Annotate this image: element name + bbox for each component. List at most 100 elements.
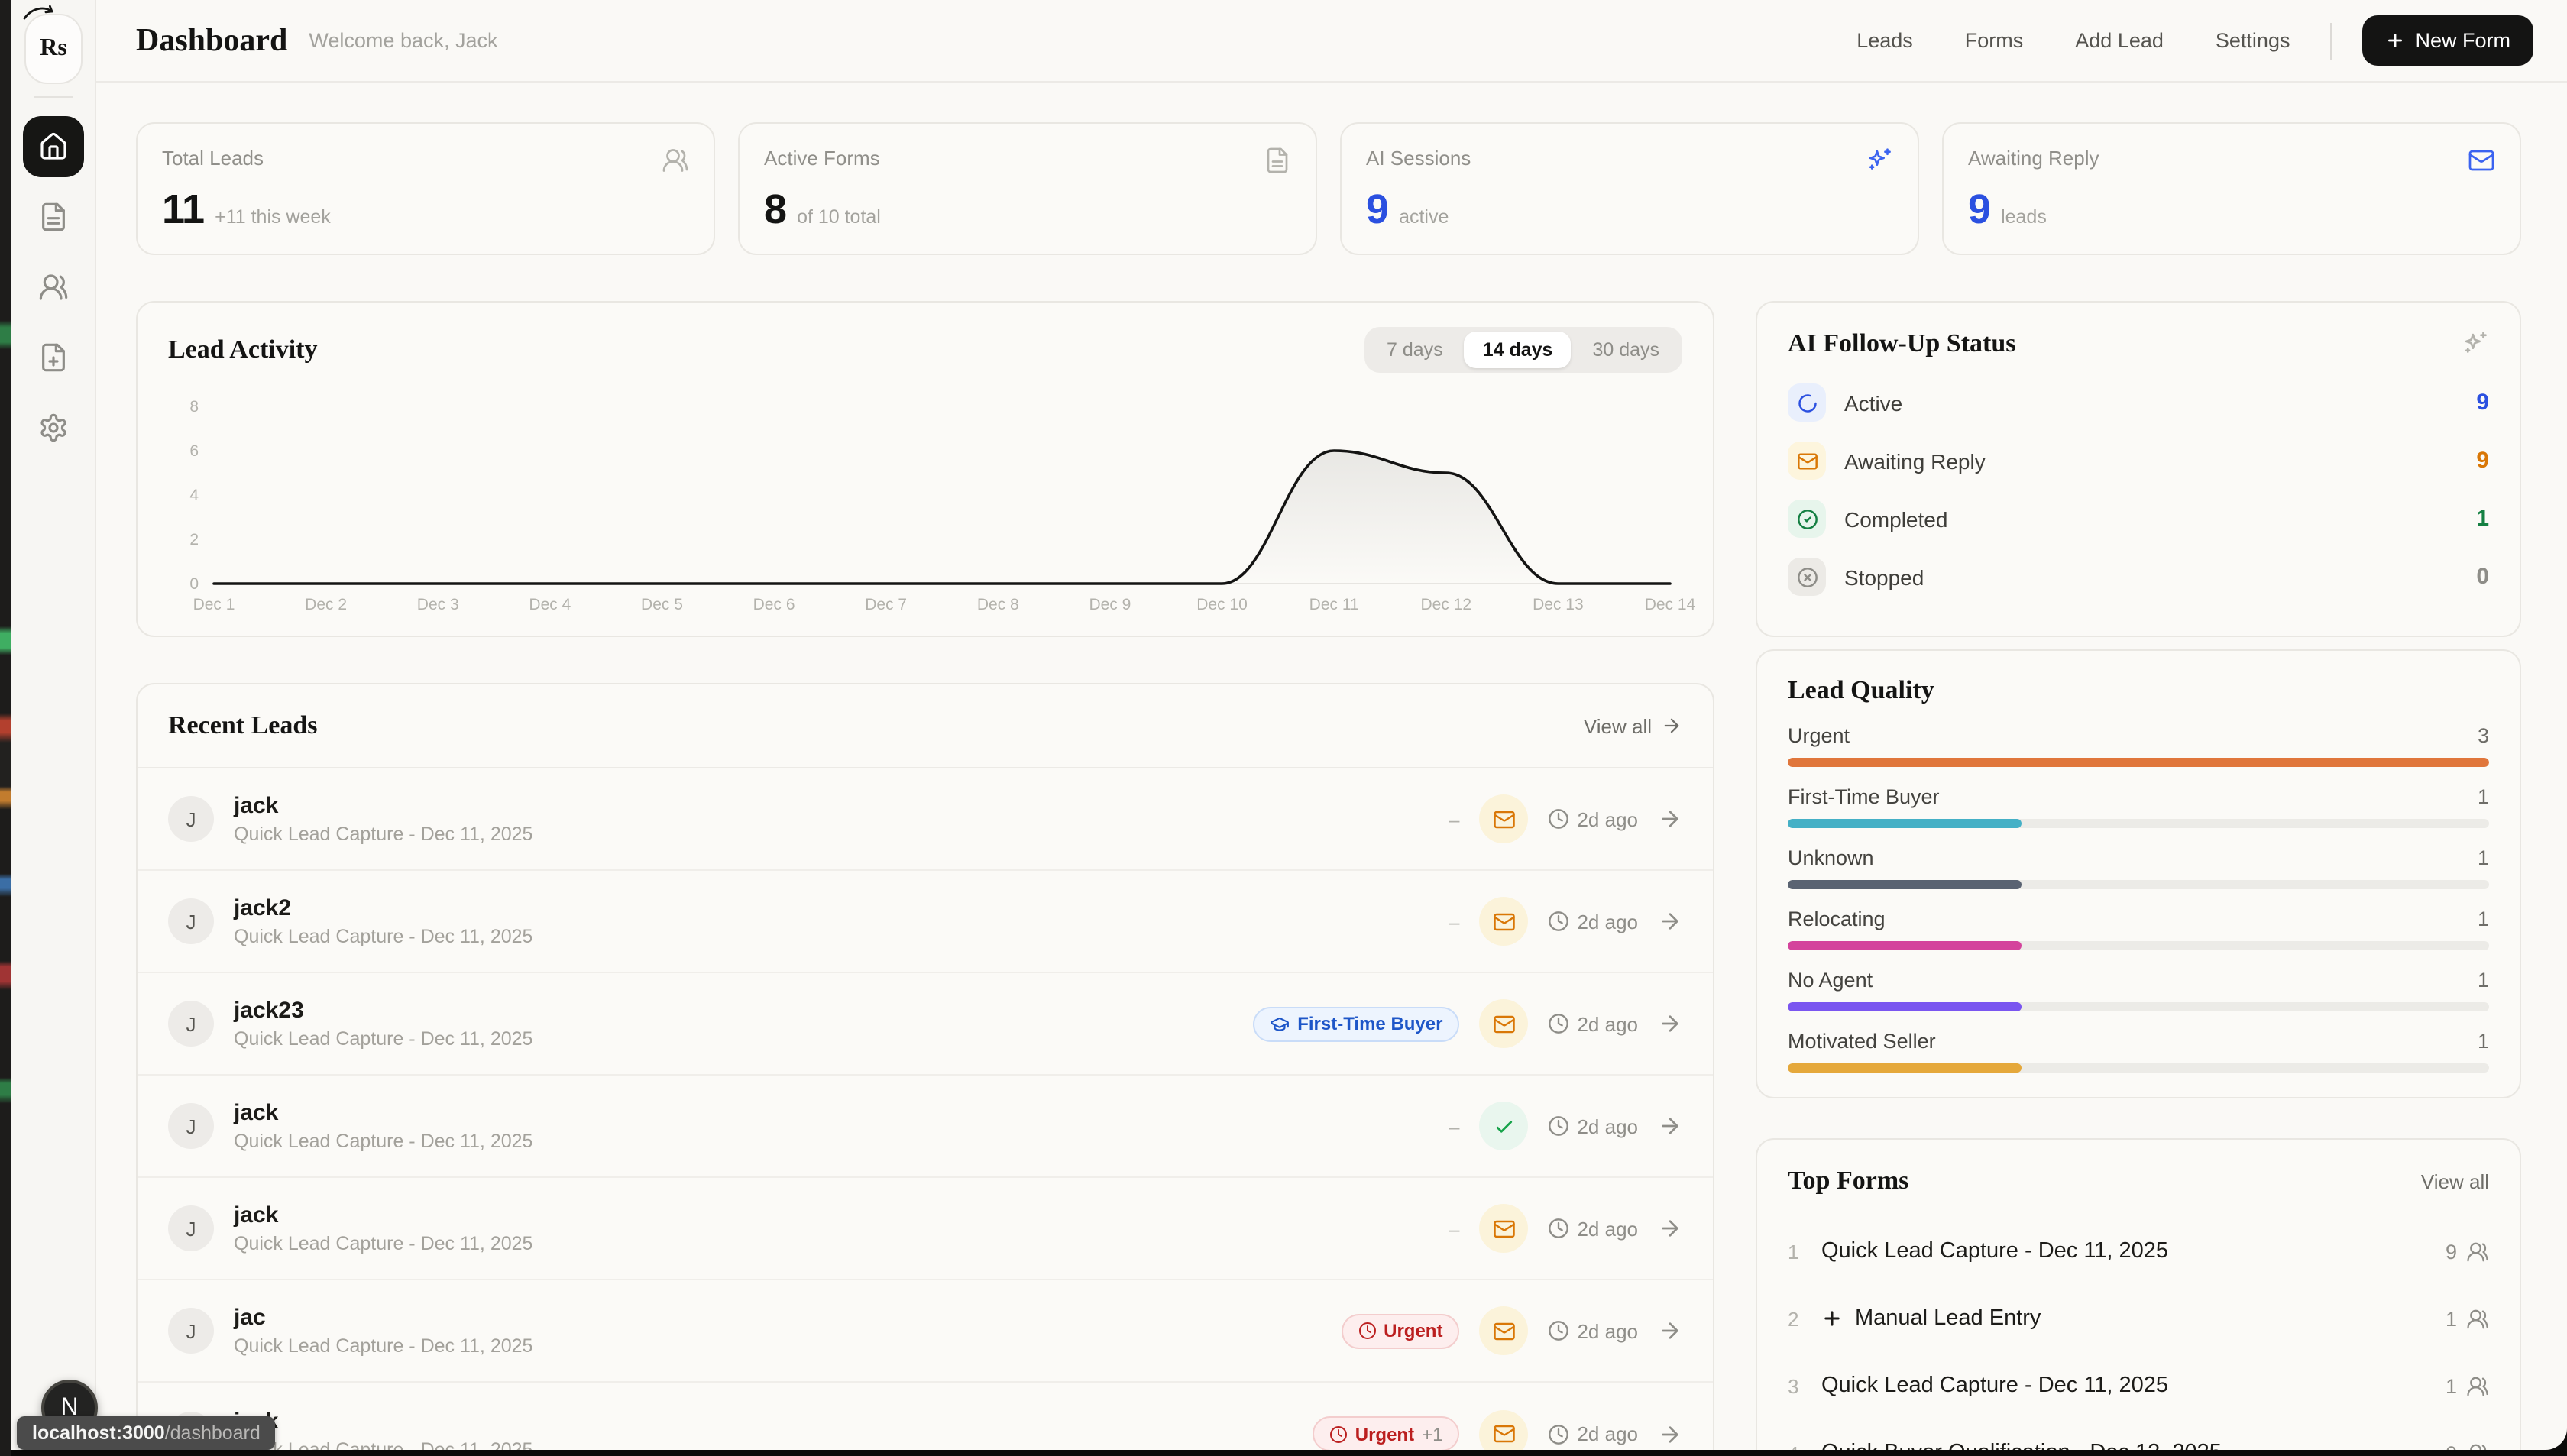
lead-time: 2d ago [1548, 1422, 1638, 1445]
clock-icon [1548, 911, 1569, 932]
form-submission-count: 1 [2446, 1307, 2489, 1330]
sidebar-item-new-form[interactable] [23, 327, 84, 388]
quality-label: Relocating [1788, 908, 1886, 930]
svg-text:8: 8 [189, 398, 199, 416]
nav-link-settings[interactable]: Settings [2216, 29, 2290, 52]
ai-status-label: Completed [1844, 506, 1947, 531]
top-form-row[interactable]: 2Manual Lead Entry 1 [1788, 1285, 2489, 1352]
arrow-right-icon [1658, 807, 1682, 831]
new-form-button[interactable]: New Form [2361, 15, 2533, 66]
open-lead-arrow[interactable] [1658, 1011, 1682, 1036]
lead-name: jack [234, 1100, 532, 1128]
svg-text:Dec 12: Dec 12 [1420, 596, 1471, 613]
svg-text:0: 0 [189, 575, 199, 593]
svg-text:2: 2 [189, 531, 199, 548]
form-name: Quick Lead Capture - Dec 11, 2025 [1821, 1373, 2168, 1398]
sidebar-item-leads[interactable] [23, 257, 84, 318]
lead-row[interactable]: JjackQuick Lead Capture - Dec 11, 2025–2… [138, 1178, 1713, 1280]
quality-label: First-Time Buyer [1788, 785, 1940, 808]
sidebar-item-dashboard[interactable] [23, 116, 84, 177]
top-form-row[interactable]: 3Quick Lead Capture - Dec 11, 20251 [1788, 1352, 2489, 1419]
clock-icon [1548, 1218, 1569, 1239]
quality-bar-track [1788, 758, 2489, 767]
top-form-row[interactable]: 4Quick Buyer Qualification - Dec 12, 202… [1788, 1419, 2489, 1450]
quality-label: Motivated Seller [1788, 1030, 1936, 1053]
nav-link-add-lead[interactable]: Add Lead [2075, 29, 2164, 52]
sidebar-item-settings[interactable] [23, 397, 84, 458]
nav-link-forms[interactable]: Forms [1965, 29, 2024, 52]
quality-bar-track [1788, 819, 2489, 828]
lead-form-source: Quick Lead Capture - Dec 11, 2025 [234, 823, 532, 845]
users-icon [2466, 1441, 2489, 1450]
lead-row[interactable]: JjackQuick Lead Capture - Dec 11, 2025–2… [138, 1076, 1713, 1178]
lead-row[interactable]: Jjack2Quick Lead Capture - Dec 11, 2025–… [138, 871, 1713, 973]
svg-text:Dec 6: Dec 6 [753, 596, 795, 613]
svg-text:Dec 11: Dec 11 [1309, 596, 1359, 613]
svg-text:Dec 5: Dec 5 [641, 596, 683, 613]
logo-swoosh-icon [21, 5, 58, 20]
clock-icon [1548, 808, 1569, 830]
top-forms-view-all-link[interactable]: View all [2421, 1170, 2489, 1192]
ai-status-row-awaiting: Awaiting Reply9 [1788, 442, 2489, 480]
clock-icon [1358, 1322, 1376, 1340]
top-form-row[interactable]: 1Quick Lead Capture - Dec 11, 20259 [1788, 1218, 2489, 1285]
quality-bar-fill [1788, 1002, 2022, 1011]
lead-name: jack [234, 1202, 532, 1230]
open-lead-arrow[interactable] [1658, 1216, 1682, 1241]
avatar: J [168, 1308, 214, 1354]
brand-logo[interactable]: Rs [24, 14, 83, 84]
open-lead-arrow[interactable] [1658, 807, 1682, 831]
lead-row[interactable]: JjackQuick Lead Capture - Dec 11, 2025Ur… [138, 1383, 1713, 1450]
no-badge-dash: – [1449, 807, 1459, 830]
clock-icon [1548, 1013, 1569, 1034]
quality-bar-track [1788, 1002, 2489, 1011]
range-button-14-days[interactable]: 14 days [1465, 332, 1572, 368]
nav-link-leads[interactable]: Leads [1856, 29, 1913, 52]
range-button-30-days[interactable]: 30 days [1574, 332, 1678, 368]
quality-label: Urgent [1788, 724, 1850, 747]
header-divider [2329, 22, 2331, 59]
desktop: Rs N Dashboard Welcome back, Jack LeadsF… [0, 0, 2567, 1456]
ai-status-value: 1 [2476, 506, 2489, 532]
arrow-right-icon [1658, 909, 1682, 933]
open-lead-arrow[interactable] [1658, 1114, 1682, 1138]
file-plus-icon [38, 342, 69, 373]
form-submission-count: 0 [2446, 1441, 2489, 1450]
range-button-7-days[interactable]: 7 days [1368, 332, 1462, 368]
stat-label: Active Forms [764, 147, 880, 170]
svg-text:Dec 1: Dec 1 [193, 596, 235, 613]
open-lead-arrow[interactable] [1658, 1318, 1682, 1343]
form-submission-count: 9 [2446, 1240, 2489, 1263]
ai-followup-title: AI Follow-Up Status [1788, 328, 2016, 359]
lead-row[interactable]: JjackQuick Lead Capture - Dec 11, 2025–2… [138, 768, 1713, 871]
sidebar-item-forms[interactable] [23, 186, 84, 248]
mail-icon [1492, 1012, 1515, 1035]
form-name: Manual Lead Entry [1821, 1306, 2041, 1331]
lead-badge-urgent: Urgent [1341, 1313, 1459, 1348]
users-icon [2466, 1240, 2489, 1263]
welcome-subtitle: Welcome back, Jack [309, 29, 497, 52]
lead-activity-chart: 02468Dec 1Dec 2Dec 3Dec 4Dec 5Dec 6Dec 7… [168, 388, 1682, 620]
quality-value: 1 [2478, 969, 2489, 992]
form-rank: 2 [1788, 1307, 1821, 1330]
open-lead-arrow[interactable] [1658, 909, 1682, 933]
recent-leads-view-all-link[interactable]: View all [1584, 714, 1682, 737]
svg-text:Dec 8: Dec 8 [977, 596, 1019, 613]
lead-name: jac [234, 1305, 532, 1332]
ai-status-value: 9 [2476, 448, 2489, 474]
mail-icon [1492, 1319, 1515, 1342]
lead-row[interactable]: Jjack23Quick Lead Capture - Dec 11, 2025… [138, 973, 1713, 1076]
no-badge-dash: – [1449, 1115, 1459, 1137]
open-lead-arrow[interactable] [1658, 1422, 1682, 1446]
lead-form-source: Quick Lead Capture - Dec 11, 2025 [234, 1131, 532, 1152]
form-submission-count: 1 [2446, 1374, 2489, 1397]
no-badge-dash: – [1449, 910, 1459, 933]
form-name: Quick Buyer Qualification - Dec 12, 2025 [1821, 1441, 2222, 1450]
status-path: /dashboard [165, 1422, 261, 1444]
status-host: localhost:3000 [32, 1422, 165, 1444]
stat-value: 9 [1366, 186, 1388, 234]
mail-icon [1492, 910, 1515, 933]
stat-suffix: +11 this week [215, 206, 331, 228]
quality-bar-fill [1788, 819, 2022, 828]
lead-row[interactable]: JjacQuick Lead Capture - Dec 11, 2025Urg… [138, 1280, 1713, 1383]
